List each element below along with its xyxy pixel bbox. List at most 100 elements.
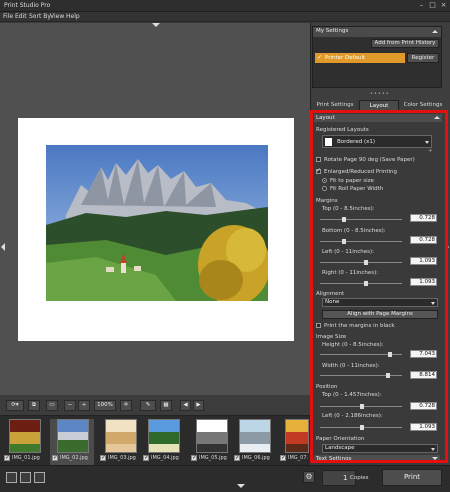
height-input[interactable]: 7.043 [410,350,437,358]
tab-color-settings[interactable]: Color Settings [401,100,445,111]
copies-value[interactable]: 1 [343,474,347,482]
thumbnail-item[interactable]: IMG_06.jpg [232,419,276,465]
chevron-up-icon[interactable] [434,116,440,119]
rotate-checkbox[interactable] [316,157,321,162]
thumbnail-checkbox[interactable] [143,454,149,461]
orientation-dropdown[interactable]: Landscape [322,444,438,453]
collapse-top-chevron-icon[interactable] [152,23,160,27]
fit-paper-radio[interactable] [322,178,327,183]
close-icon[interactable]: × [438,1,449,10]
slider-knob[interactable] [360,425,364,430]
fit-view-button[interactable]: ▭ [46,400,58,411]
thumbnail-item[interactable]: IMG_07.jpg [278,419,310,465]
print-button[interactable]: Print [382,469,442,486]
position-top-slider[interactable] [320,404,402,409]
margin-bottom-input[interactable]: 0.728 [410,236,437,244]
add-from-print-history-button[interactable]: Add from Print History [371,39,439,48]
margin-left-slider[interactable] [320,260,402,265]
thumbnail-checkbox[interactable] [280,454,286,461]
split-view-icon[interactable] [20,472,31,483]
enlarged-checkbox[interactable] [316,167,321,174]
my-settings-item[interactable]: Printer Default [315,53,405,63]
margin-right-slider[interactable] [320,281,402,286]
minimize-icon[interactable]: – [416,1,427,10]
filmstrip-view-icon[interactable] [6,472,17,483]
width-input[interactable]: 8.814 [410,371,437,379]
tab-layout[interactable]: Layout [359,100,399,111]
thumbnail-item[interactable]: IMG_01.jpg [2,419,46,465]
collapse-right-chevron-icon[interactable] [445,243,449,251]
previous-icon[interactable]: ◀ [180,400,191,411]
margin-right-input[interactable]: 1.093 [410,278,437,286]
splitter-handle[interactable]: ••••• [370,91,390,97]
align-with-page-margins-button[interactable]: Align with Page Margins [322,310,438,319]
my-settings-header[interactable]: My Settings [313,27,441,37]
text-settings-header[interactable]: Text Settings [314,455,440,463]
slider-knob[interactable] [342,239,346,244]
margin-left-input[interactable]: 1.093 [410,257,437,265]
slider-knob[interactable] [342,217,346,222]
collapse-left-chevron-icon[interactable] [1,243,5,251]
slider-knob[interactable] [360,404,364,409]
print-margins-checkbox[interactable] [316,323,321,328]
gear-icon[interactable]: ⚙ [303,471,315,483]
thumbnail-checkbox[interactable] [100,454,106,461]
chevron-down-icon[interactable] [432,457,438,460]
position-top-input[interactable]: 0.728 [410,402,437,410]
layout-section-header[interactable]: Layout [314,114,442,122]
menu-file[interactable]: File [3,13,13,20]
thumbnail-checkbox[interactable] [191,454,197,461]
menu-edit[interactable]: Edit [15,13,27,20]
pan-icon[interactable]: ✛ [120,400,132,411]
zoom-level[interactable]: 100% [94,400,116,411]
margin-top-input[interactable]: 0.728 [410,214,437,222]
chevron-up-icon[interactable] [432,30,438,33]
thumbnail-item[interactable]: IMG_03.jpg [98,419,142,465]
position-left-slider[interactable] [320,425,402,430]
registered-layouts-dropdown[interactable]: Bordered (x1) [322,135,432,148]
thumbnail-checkbox[interactable] [4,454,10,461]
single-view-icon[interactable] [34,472,45,483]
photo-preview[interactable] [46,145,268,301]
copies-label: Copies [350,475,369,481]
margin-top-slider[interactable] [320,217,402,222]
text-edit-button[interactable]: ✎ [140,400,156,411]
layout-expand-icon[interactable]: + [428,148,433,154]
crop-button[interactable]: ⧉ [28,400,40,411]
grid-icon[interactable]: ▦ [160,400,172,411]
thumbnail-item[interactable]: IMG_04.jpg [141,419,185,465]
alignment-dropdown[interactable]: None [322,298,438,307]
rotate-button[interactable]: ⟳▾ [6,400,24,411]
slider-knob[interactable] [386,373,390,378]
layout-section-title: Layout [316,115,335,121]
slider-knob[interactable] [388,352,392,357]
position-left-label: Left (0 - 2.186inches): [322,413,383,419]
height-slider[interactable] [320,352,402,357]
menu-view[interactable]: View [50,13,64,20]
expand-bottom-chevron-icon[interactable] [237,484,245,488]
slider-knob[interactable] [364,260,368,265]
thumbnail-image [239,419,271,453]
margin-top-label: Top (0 - 8.5inches): [322,206,375,212]
zoom-out-icon[interactable]: − [64,400,76,411]
position-top-label: Top (0 - 1.457inches): [322,392,382,398]
maximize-icon[interactable]: □ [427,1,438,10]
menu-sort-by[interactable]: Sort By [29,13,51,20]
orientation-label: Paper Orientation [316,436,365,442]
thumbnail-checkbox[interactable] [52,454,58,461]
next-icon[interactable]: ▶ [193,400,204,411]
fit-roll-radio[interactable] [322,186,327,191]
menu-help[interactable]: Help [66,13,80,20]
thumbnail-item[interactable]: IMG_05.jpg [189,419,233,465]
thumbnail-checkbox[interactable] [234,454,240,461]
layout-thumbnail-icon [325,138,332,146]
tab-print-settings[interactable]: Print Settings [313,100,357,111]
position-left-input[interactable]: 1.093 [410,423,437,431]
thumbnail-name: IMG_02.jpg [60,455,88,461]
margin-bottom-slider[interactable] [320,239,402,244]
thumbnail-item-selected[interactable]: IMG_02.jpg [50,419,94,465]
slider-knob[interactable] [364,281,368,286]
width-slider[interactable] [320,373,402,378]
zoom-in-icon[interactable]: + [78,400,90,411]
register-button[interactable]: Register [407,53,439,63]
